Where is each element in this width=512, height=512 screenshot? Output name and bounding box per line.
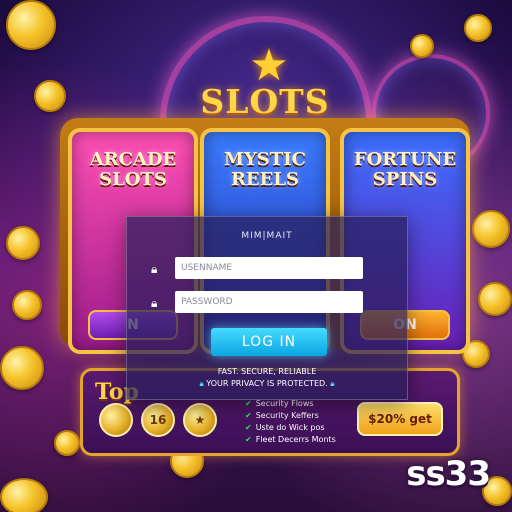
- feature-item: ✔ Fleet Decerrs Monts: [245, 435, 336, 444]
- reel-label: MYSTIC REELS: [204, 150, 326, 190]
- coin-decoration: [0, 346, 44, 390]
- coin-decoration: [464, 14, 492, 42]
- feature-item: ✔ Security Flows: [245, 399, 314, 408]
- feature-label: Security Flows: [255, 399, 314, 408]
- reel-label-line1: ARCADE: [89, 149, 177, 170]
- coin-decoration: [6, 0, 56, 50]
- badge-number: 16: [141, 403, 175, 437]
- coin-decoration: [12, 290, 42, 320]
- coin-decoration: [0, 478, 48, 512]
- coin-decoration: [472, 210, 510, 248]
- password-input[interactable]: [175, 291, 363, 313]
- promo-cta-button[interactable]: $20% get: [357, 402, 443, 436]
- feature-label: Uste do Wick pos: [255, 423, 325, 432]
- feature-label: Fleet Decerrs Monts: [255, 435, 336, 444]
- check-icon: ✔: [245, 435, 252, 444]
- star-badge-icon: ★: [183, 403, 217, 437]
- feature-label: Security Keffers: [255, 411, 319, 420]
- check-icon: ✔: [245, 423, 252, 432]
- lock-icon: 🔒︎: [151, 296, 158, 310]
- coin-decoration: [478, 282, 512, 316]
- lock-icon: 🔒︎: [151, 262, 158, 276]
- coin-decoration: [54, 430, 80, 456]
- login-note-line1: FAST. SECURE, RELIABLE: [217, 367, 317, 376]
- privacy-text: YOUR PRIVACY IS PROTECTED.: [206, 379, 328, 388]
- reel-label: FORTUNE SPINS: [344, 150, 466, 190]
- login-dialog: MIM|MAIT 🔒︎ 🔒︎ LOG IN FAST. SECURE, RELI…: [126, 216, 408, 400]
- brand-logo: ss33: [406, 454, 491, 494]
- reel-label-line1: MYSTIC: [224, 149, 306, 170]
- reel-label-line2: SPINS: [372, 169, 438, 190]
- reel-label-line2: SLOTS: [99, 169, 167, 190]
- coin-decoration: [6, 226, 40, 260]
- feature-item: ✔ Uste do Wick pos: [245, 423, 325, 432]
- lock-icon: 🔒︎: [199, 379, 204, 388]
- login-note-line2: 🔒︎ YOUR PRIVACY IS PROTECTED. 🔒︎: [127, 379, 407, 389]
- check-icon: ✔: [245, 399, 252, 408]
- slots-title: SLOTS: [200, 82, 330, 121]
- coin-decoration: [34, 80, 66, 112]
- lock-icon: 🔒︎: [330, 379, 335, 388]
- login-title: MIM|MAIT: [241, 231, 293, 241]
- reel-label: ARCADE SLOTS: [72, 150, 194, 190]
- reel-label-line1: FORTUNE: [353, 149, 457, 170]
- check-icon: ✔: [245, 411, 252, 420]
- coin-decoration: [410, 34, 434, 58]
- login-button[interactable]: LOG IN: [211, 328, 327, 356]
- username-input[interactable]: [175, 257, 363, 279]
- reel-label-line2: REELS: [230, 169, 300, 190]
- feature-item: ✔ Security Keffers: [245, 411, 319, 420]
- badge-icon: [99, 403, 133, 437]
